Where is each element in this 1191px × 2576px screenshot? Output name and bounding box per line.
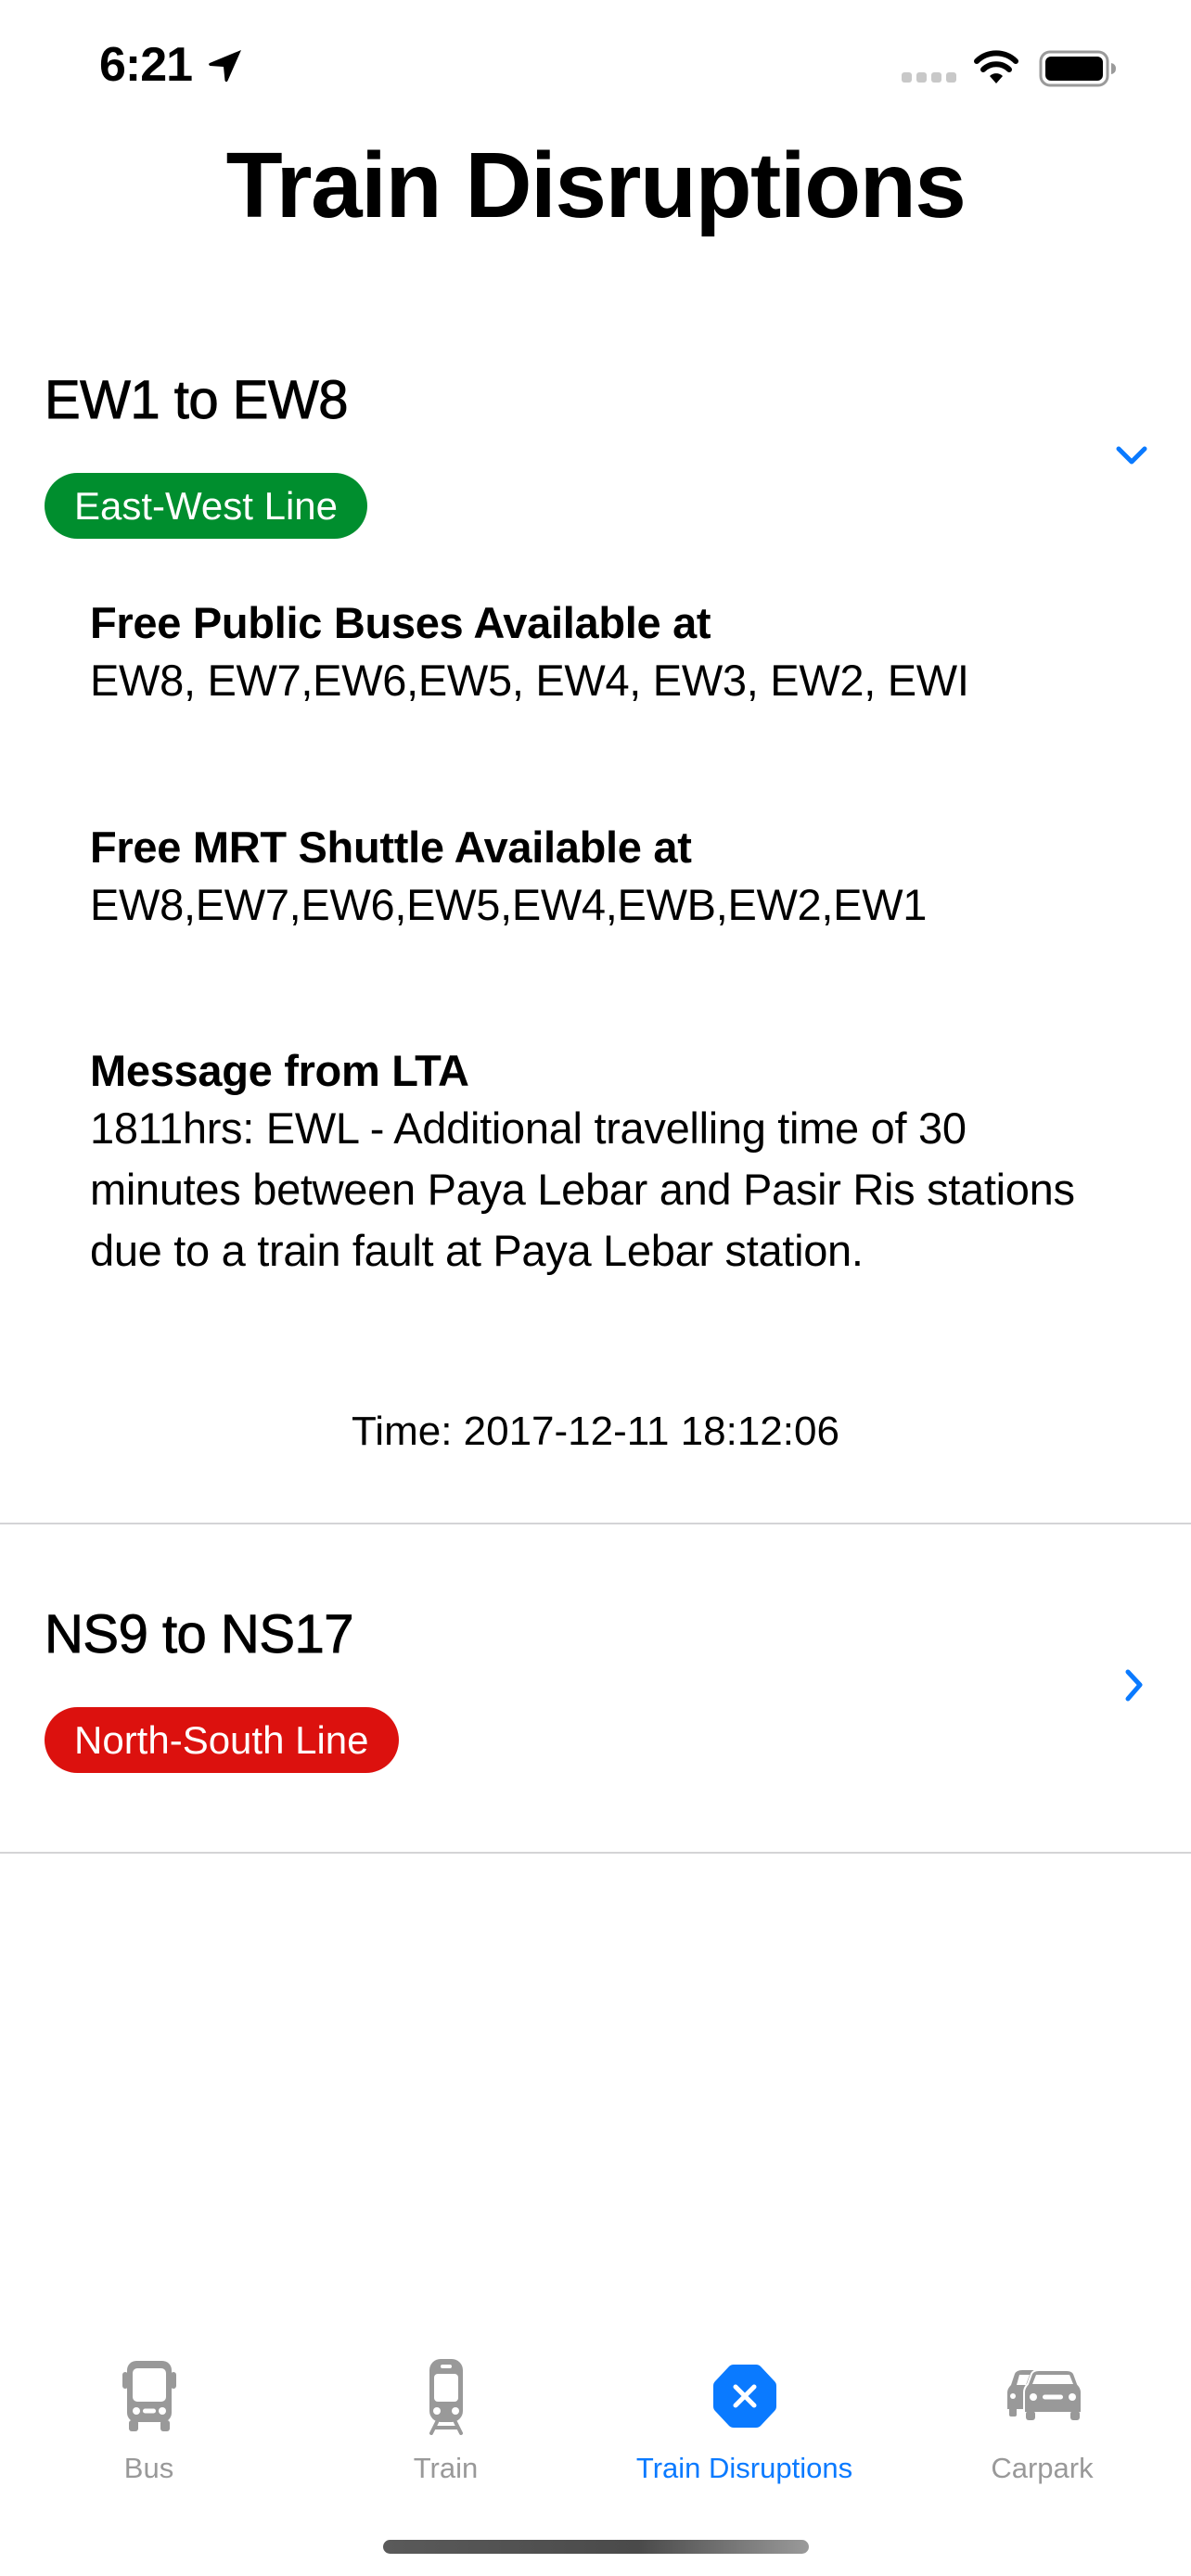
page-title: Train Disruptions	[225, 134, 967, 237]
cars-icon	[1006, 2369, 1082, 2420]
tab-label: Bus	[123, 2452, 174, 2484]
tab-carpark[interactable]: Carpark	[893, 2337, 1191, 2485]
detail-label: Free MRT Shuttle Available at	[90, 823, 692, 872]
home-indicator[interactable]	[383, 2540, 809, 2554]
tab-train-disruptions[interactable]: Train Disruptions	[596, 2337, 893, 2485]
line-badge-east-west: East-West Line	[45, 473, 368, 539]
line-badge-north-south: North-South Line	[45, 1707, 399, 1773]
train-disruptions-screen: 6:21 Train Disruptions EW1 to EW8 East-W…	[0, 0, 1191, 2576]
status-bar: 6:21	[0, 0, 1191, 121]
tab-train[interactable]: Train	[297, 2337, 595, 2485]
divider	[0, 1852, 1191, 1854]
train-icon	[429, 2359, 463, 2435]
bus-icon	[122, 2361, 176, 2431]
xmark-octagon-icon	[712, 2365, 776, 2428]
tab-label: Train	[413, 2452, 479, 2484]
detail-value: 1811hrs: EWL - Additional travelling tim…	[90, 1103, 1075, 1275]
location-arrow-icon	[209, 50, 241, 83]
disruption-time: Time: 2017-12-11 18:12:06	[352, 1409, 839, 1454]
divider	[0, 1523, 1191, 1524]
tab-label: Train Disruptions	[635, 2452, 853, 2484]
detail-free-buses: Free Public Buses Available at EW8, EW7,…	[90, 596, 1110, 711]
cellular-signal-icon	[902, 72, 956, 83]
tab-bus[interactable]: Bus	[0, 2337, 298, 2485]
detail-value: EW8,EW7,EW6,EW5,EW4,EWB,EW2,EW1	[90, 880, 928, 929]
tab-bar: Bus Train Train Disruptions Carpark	[0, 2337, 1191, 2504]
chevron-right-icon[interactable]	[1115, 1667, 1152, 1704]
disruption-heading: EW1 to EW8	[45, 370, 349, 431]
wifi-icon	[974, 50, 1018, 83]
detail-lta-message: Message from LTA 1811hrs: EWL - Addition…	[90, 1044, 1110, 1282]
detail-label: Message from LTA	[90, 1046, 469, 1095]
disruption-heading: NS9 to NS17	[45, 1604, 354, 1665]
chevron-down-icon[interactable]	[1113, 437, 1150, 474]
detail-label: Free Public Buses Available at	[90, 598, 711, 647]
detail-free-shuttle: Free MRT Shuttle Available at EW8,EW7,EW…	[90, 821, 1110, 936]
status-time: 6:21	[99, 38, 193, 92]
detail-value: EW8, EW7,EW6,EW5, EW4, EW3, EW2, EWI	[90, 656, 969, 705]
battery-full-icon	[1039, 50, 1116, 87]
tab-label: Carpark	[991, 2452, 1094, 2484]
